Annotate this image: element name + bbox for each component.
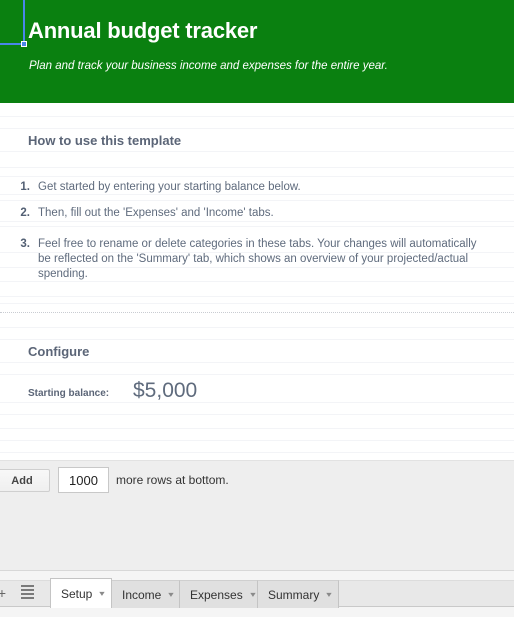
grid-rowline bbox=[0, 303, 514, 304]
grid-rowline bbox=[0, 339, 514, 340]
grid-rowline bbox=[0, 128, 514, 129]
sheet-tab-bar: + Setup ▾ Income ▾ Expenses ▾ Summary ▾ bbox=[0, 570, 514, 617]
sheet-tab-label: Expenses bbox=[190, 587, 243, 602]
sheet-tab-label: Income bbox=[122, 587, 162, 602]
configure-heading: Configure bbox=[28, 344, 90, 359]
sheet-tab-income[interactable]: Income ▾ bbox=[111, 580, 182, 608]
grid-rowline bbox=[0, 362, 514, 363]
grid-rowline bbox=[0, 428, 514, 429]
grid-rowline bbox=[0, 167, 514, 168]
step-text: Feel free to rename or delete categories… bbox=[38, 238, 477, 280]
starting-balance-label: Starting balance: bbox=[28, 388, 110, 399]
sheet-tab-label: Summary bbox=[268, 587, 320, 602]
howto-step-1: 1. Get started by entering your starting… bbox=[12, 180, 478, 195]
howto-step-2: 2. Then, fill out the 'Expenses' and 'In… bbox=[12, 206, 478, 221]
grid-rowline bbox=[0, 221, 514, 222]
sheet-tab-summary[interactable]: Summary ▾ bbox=[257, 580, 340, 608]
add-rows-bar: Add more rows at bottom. bbox=[0, 460, 514, 570]
sheet-tab-expenses[interactable]: Expenses ▾ bbox=[179, 580, 263, 608]
page-subtitle: Plan and track your business income and … bbox=[29, 60, 388, 72]
chevron-down-icon[interactable]: ▾ bbox=[169, 590, 174, 599]
step-text: Get started by entering your starting ba… bbox=[38, 181, 301, 193]
add-rows-button[interactable]: Add bbox=[0, 469, 50, 492]
starting-balance-value[interactable]: $5,000 bbox=[133, 379, 197, 403]
grid-rowline bbox=[0, 327, 514, 328]
grid-rowline bbox=[0, 226, 514, 227]
grid-rowline bbox=[0, 200, 514, 201]
howto-step-3: 3. Feel free to rename or delete categor… bbox=[12, 237, 478, 282]
grid-rowline bbox=[0, 414, 514, 415]
step-number: 1. bbox=[20, 181, 30, 193]
add-rows-count-input[interactable] bbox=[58, 467, 109, 493]
grid-rowline bbox=[0, 151, 514, 152]
chevron-down-icon[interactable]: ▾ bbox=[327, 590, 332, 599]
step-text: Then, fill out the 'Expenses' and 'Incom… bbox=[38, 207, 274, 219]
chevron-down-icon[interactable]: ▾ bbox=[250, 590, 255, 599]
spreadsheet-app: Annual budget tracker Plan and track you… bbox=[0, 0, 514, 617]
all-sheets-list-icon[interactable] bbox=[16, 583, 38, 603]
sheet-tab-setup[interactable]: Setup ▾ bbox=[50, 578, 113, 608]
section-divider bbox=[0, 312, 514, 313]
grid-rowline bbox=[0, 116, 514, 117]
chevron-down-icon[interactable]: ▾ bbox=[100, 589, 105, 598]
template-banner: Annual budget tracker Plan and track you… bbox=[0, 0, 514, 103]
selection-fill-handle[interactable] bbox=[21, 41, 27, 47]
step-number: 2. bbox=[20, 207, 30, 219]
selection-border-vertical bbox=[23, 0, 25, 45]
sheet-tab-label: Setup bbox=[61, 586, 93, 601]
plus-icon[interactable]: + bbox=[0, 582, 13, 604]
all-sheets-bars bbox=[20, 585, 34, 601]
grid-rowline bbox=[0, 452, 514, 453]
grid-rowline bbox=[0, 176, 514, 177]
page-title: Annual budget tracker bbox=[28, 18, 258, 43]
grid-rowline bbox=[0, 374, 514, 375]
howto-heading: How to use this template bbox=[28, 133, 182, 148]
grid-rowline bbox=[0, 296, 514, 297]
add-rows-trailing-text: more rows at bottom. bbox=[116, 473, 229, 487]
grid-rowline bbox=[0, 402, 514, 403]
step-number: 3. bbox=[20, 238, 30, 250]
grid-rowline bbox=[0, 440, 514, 441]
